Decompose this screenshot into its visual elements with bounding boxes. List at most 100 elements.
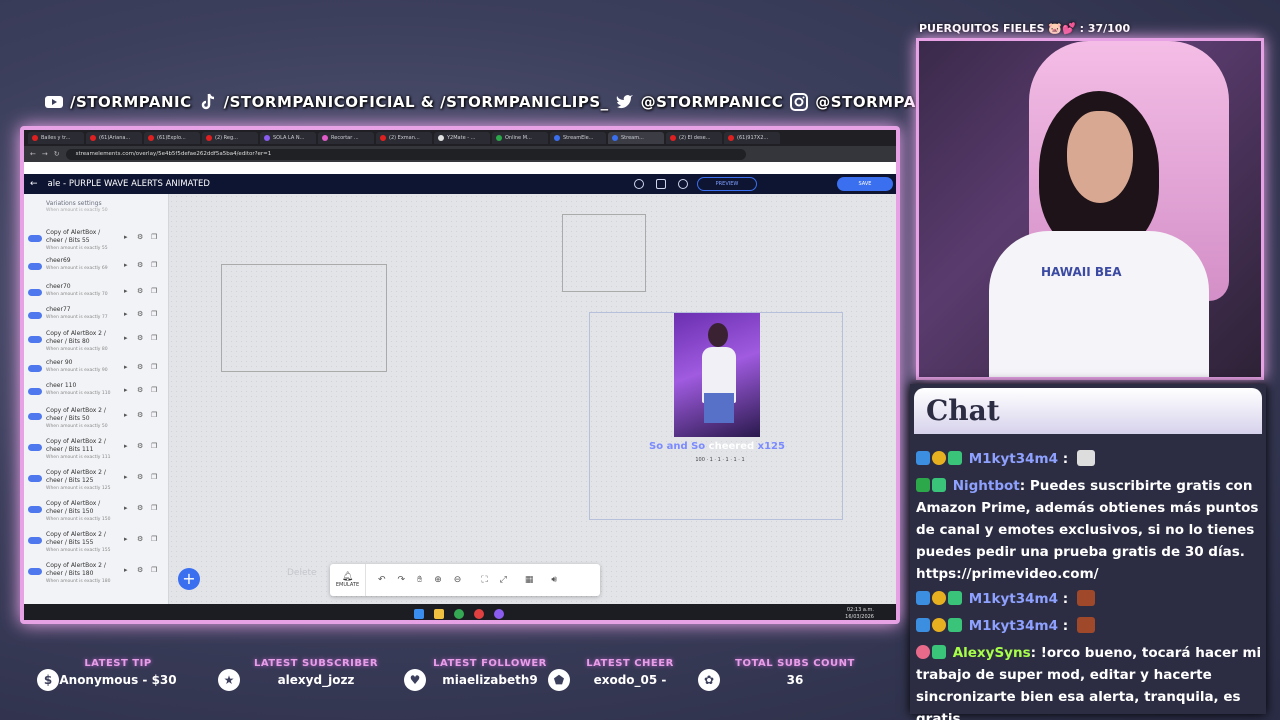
variation-toggle[interactable] — [28, 475, 42, 482]
play-icon[interactable]: ▸ — [124, 261, 128, 269]
zoom-out-icon[interactable]: ⊖ — [454, 575, 462, 585]
address-input[interactable]: streamelements.com/overlay/5e4b5f5defae2… — [65, 148, 746, 160]
chat-username[interactable]: M1kyt34m4 — [969, 451, 1058, 467]
link-icon[interactable] — [678, 179, 688, 189]
play-icon[interactable]: ▸ — [124, 334, 128, 342]
copy-icon[interactable]: ❐ — [151, 363, 157, 371]
play-icon[interactable]: ▸ — [124, 566, 128, 574]
forward-icon[interactable]: → — [42, 150, 48, 158]
back-arrow-icon[interactable]: ← — [30, 179, 38, 189]
twitch-app-icon[interactable] — [494, 609, 504, 619]
copy-icon[interactable]: ❐ — [151, 535, 157, 543]
variation-toggle[interactable] — [28, 413, 42, 420]
play-icon[interactable]: ▸ — [124, 442, 128, 450]
browser-tab[interactable]: (61)917X2... — [724, 132, 780, 144]
copy-icon[interactable]: ❐ — [151, 473, 157, 481]
variation-toggle[interactable] — [28, 568, 42, 575]
play-icon[interactable]: ▸ — [124, 386, 128, 394]
play-icon[interactable]: ▸ — [124, 411, 128, 419]
play-icon[interactable]: ▸ — [124, 287, 128, 295]
browser-tab[interactable]: (2) Reg... — [202, 132, 258, 144]
copy-icon[interactable]: ❐ — [151, 261, 157, 269]
copy-icon[interactable]: ❐ — [151, 233, 157, 241]
gear-icon[interactable]: ⚙ — [137, 442, 143, 450]
copy-icon[interactable]: ❐ — [151, 310, 157, 318]
copy-icon[interactable]: ❐ — [151, 442, 157, 450]
browser-tab[interactable]: (61)Explo... — [144, 132, 200, 144]
app-icon[interactable] — [474, 609, 484, 619]
grid-icon[interactable]: ▦ — [525, 575, 534, 585]
browser-tab[interactable]: StreamEle... — [550, 132, 606, 144]
play-icon[interactable]: ▸ — [124, 504, 128, 512]
help-icon[interactable] — [634, 179, 644, 189]
chat-username[interactable]: Nightbot — [953, 478, 1020, 494]
variation-toggle[interactable] — [28, 388, 42, 395]
zoom-in-icon[interactable]: ⊕ — [434, 575, 442, 585]
browser-tab[interactable]: Recortar ... — [318, 132, 374, 144]
gear-icon[interactable]: ⚙ — [137, 473, 143, 481]
gear-icon[interactable]: ⚙ — [137, 535, 143, 543]
widget-frame[interactable] — [221, 264, 387, 372]
emulate-button[interactable]: 🔔︎ EMULATE — [330, 564, 366, 596]
gear-icon[interactable]: ⚙ — [137, 363, 143, 371]
copy-icon[interactable]: ❐ — [151, 287, 157, 295]
preview-button[interactable]: PREVIEW — [697, 177, 757, 191]
browser-tab[interactable]: Stream... — [608, 132, 664, 144]
browser-tab[interactable]: Online M... — [492, 132, 548, 144]
play-icon[interactable]: ▸ — [124, 535, 128, 543]
volume-icon[interactable]: 🔊︎ — [551, 575, 557, 585]
play-icon[interactable]: ▸ — [124, 310, 128, 318]
widget-frame[interactable] — [562, 214, 646, 292]
gear-icon[interactable]: ⚙ — [137, 310, 143, 318]
chrome-icon[interactable] — [454, 609, 464, 619]
editor-canvas[interactable]: So and So cheered x125 100 · 1 · 1 · 1 ·… — [169, 194, 896, 604]
variation-toggle[interactable] — [28, 506, 42, 513]
play-icon[interactable]: ▸ — [124, 233, 128, 241]
alert-preview[interactable]: So and So cheered x125 100 · 1 · 1 · 1 ·… — [589, 312, 843, 520]
copy-icon[interactable]: ❐ — [151, 411, 157, 419]
browser-tab[interactable]: (61)Ariana... — [86, 132, 142, 144]
save-button[interactable]: SAVE — [837, 177, 893, 191]
undo-icon[interactable]: ↶ — [378, 575, 386, 585]
fullscreen-icon[interactable]: ⛶ — [481, 575, 487, 585]
browser-tab[interactable]: Y2Mate - ... — [434, 132, 490, 144]
hand-icon[interactable]: ✋︎ — [417, 575, 422, 585]
browser-tab[interactable]: (2) El dese... — [666, 132, 722, 144]
play-icon[interactable]: ▸ — [124, 473, 128, 481]
copy-icon[interactable]: ❐ — [151, 504, 157, 512]
gear-icon[interactable]: ⚙ — [137, 411, 143, 419]
folder-icon[interactable] — [434, 609, 444, 619]
chat-username[interactable]: M1kyt34m4 — [969, 591, 1058, 607]
gear-icon[interactable]: ⚙ — [137, 504, 143, 512]
screen-icon[interactable] — [656, 179, 666, 189]
chat-username[interactable]: M1kyt34m4 — [969, 618, 1058, 634]
variation-toggle[interactable] — [28, 263, 42, 270]
gear-icon[interactable]: ⚙ — [137, 233, 143, 241]
browser-tab[interactable]: Bailes y tr... — [28, 132, 84, 144]
copy-icon[interactable]: ❐ — [151, 566, 157, 574]
play-icon[interactable]: ▸ — [124, 363, 128, 371]
gear-icon[interactable]: ⚙ — [137, 386, 143, 394]
chat-username[interactable]: AlexySyns — [953, 645, 1031, 661]
gear-icon[interactable]: ⚙ — [137, 261, 143, 269]
gear-icon[interactable]: ⚙ — [137, 566, 143, 574]
browser-tab[interactable]: (2) Exman... — [376, 132, 432, 144]
gear-icon[interactable]: ⚙ — [137, 334, 143, 342]
copy-icon[interactable]: ❐ — [151, 386, 157, 394]
variation-toggle[interactable] — [28, 312, 42, 319]
fit-icon[interactable]: ⤢ — [500, 575, 507, 585]
copy-icon[interactable]: ❐ — [151, 334, 157, 342]
variation-toggle[interactable] — [28, 336, 42, 343]
variation-toggle[interactable] — [28, 444, 42, 451]
variation-toggle[interactable] — [28, 289, 42, 296]
redo-icon[interactable]: ↷ — [398, 575, 406, 585]
variation-toggle[interactable] — [28, 235, 42, 242]
variation-toggle[interactable] — [28, 365, 42, 372]
reload-icon[interactable]: ↻ — [54, 150, 60, 158]
variation-toggle[interactable] — [28, 537, 42, 544]
add-widget-button[interactable]: + — [178, 568, 200, 590]
windows-start-icon[interactable] — [414, 609, 424, 619]
browser-tab[interactable]: SOLA LA N... — [260, 132, 316, 144]
back-icon[interactable]: ← — [30, 150, 36, 158]
gear-icon[interactable]: ⚙ — [137, 287, 143, 295]
